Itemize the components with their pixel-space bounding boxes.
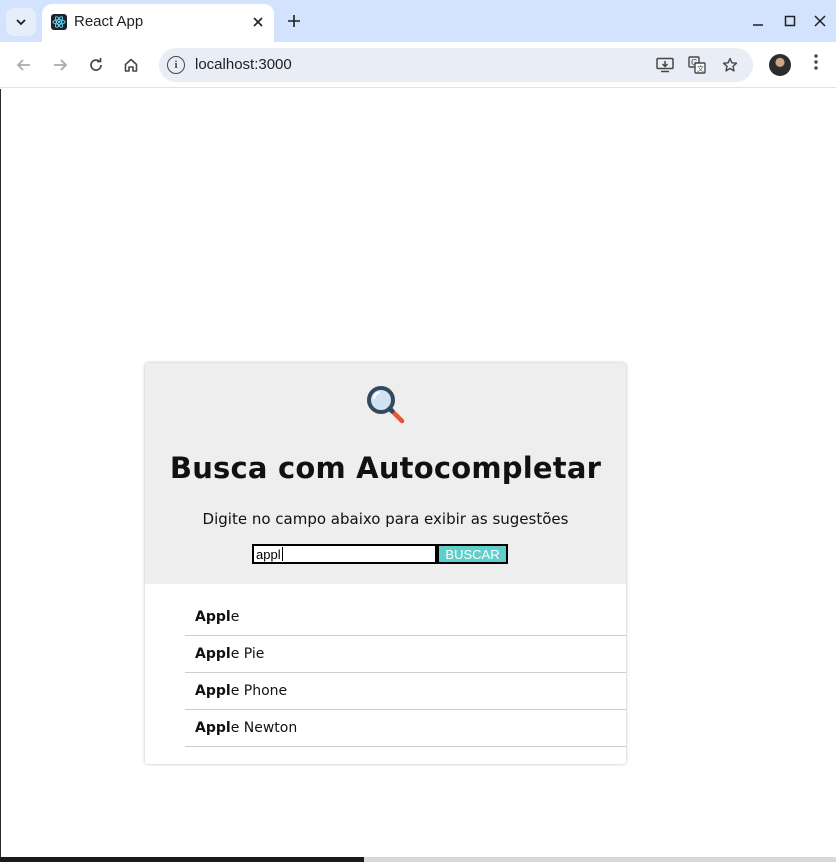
browser-menu-button[interactable] xyxy=(808,54,824,76)
desktop-strip-light xyxy=(364,857,836,862)
tab-strip: React App xyxy=(0,0,836,42)
minimize-icon xyxy=(753,24,763,26)
page-viewport: Busca com Autocompletar Digite no campo … xyxy=(0,89,836,862)
reload-button[interactable] xyxy=(85,54,107,76)
home-icon xyxy=(124,58,138,72)
more-vert-icon xyxy=(814,54,818,70)
site-info-icon[interactable]: i xyxy=(167,56,185,74)
install-app-icon[interactable] xyxy=(656,56,674,74)
suggestion-match: Appl xyxy=(195,683,231,699)
suggestion-rest: e Phone xyxy=(230,683,288,699)
search-card-header: Busca com Autocompletar Digite no campo … xyxy=(145,363,626,584)
svg-text:文: 文 xyxy=(697,64,704,73)
profile-avatar[interactable] xyxy=(769,54,791,76)
suggestion-match: Appl xyxy=(195,720,231,736)
tab-close-icon[interactable] xyxy=(249,13,267,31)
suggestion-item[interactable]: Appl e Pie xyxy=(185,636,626,673)
tab-title: React App xyxy=(74,13,144,30)
window-edge xyxy=(0,89,1,862)
suggestion-list: Appl e Appl e Pie Appl e Phone Appl e Newton xyxy=(185,599,626,747)
arrow-left-icon xyxy=(16,59,30,71)
new-tab-button[interactable] xyxy=(283,10,305,32)
minimize-button[interactable] xyxy=(748,11,768,31)
search-button[interactable]: BUSCAR xyxy=(437,544,508,564)
back-button[interactable] xyxy=(13,54,35,76)
tab-react-app[interactable]: React App xyxy=(42,4,274,42)
page-title: Busca com Autocompletar xyxy=(169,451,602,485)
chevron-down-icon xyxy=(16,19,26,26)
tab-search-button[interactable] xyxy=(6,8,36,36)
react-logo-icon xyxy=(51,14,67,30)
text-caret xyxy=(282,547,283,561)
reload-icon xyxy=(90,58,102,71)
suggestion-item[interactable]: Appl e Phone xyxy=(185,673,626,710)
home-button[interactable] xyxy=(120,54,142,76)
browser-toolbar: i localhost:3000 G文 xyxy=(0,42,836,88)
forward-button[interactable] xyxy=(49,54,71,76)
magnifying-glass-icon xyxy=(367,386,405,424)
suggestion-rest: e Pie xyxy=(230,646,265,662)
maximize-icon xyxy=(784,15,796,27)
search-card: Busca com Autocompletar Digite no campo … xyxy=(145,363,626,764)
suggestion-item[interactable]: Appl e xyxy=(185,599,626,636)
plus-icon xyxy=(288,15,300,27)
close-window-button[interactable] xyxy=(810,11,830,31)
close-icon xyxy=(814,15,826,27)
url-text[interactable]: localhost:3000 xyxy=(195,56,292,73)
maximize-button[interactable] xyxy=(780,11,800,31)
arrow-right-icon xyxy=(54,59,68,71)
search-input[interactable] xyxy=(252,544,437,564)
address-bar[interactable]: i localhost:3000 G文 xyxy=(159,48,753,82)
translate-icon[interactable]: G文 xyxy=(688,56,706,74)
suggestion-match: Appl xyxy=(195,646,231,662)
suggestion-rest: e Newton xyxy=(230,720,298,736)
bookmark-star-icon[interactable] xyxy=(721,56,739,74)
suggestion-match: Appl xyxy=(195,609,231,625)
suggestion-item[interactable]: Appl e Newton xyxy=(185,710,626,747)
desktop-strip xyxy=(0,857,364,862)
suggestion-rest: e xyxy=(230,609,240,625)
page-subtitle: Digite no campo abaixo para exibir as su… xyxy=(202,510,569,528)
